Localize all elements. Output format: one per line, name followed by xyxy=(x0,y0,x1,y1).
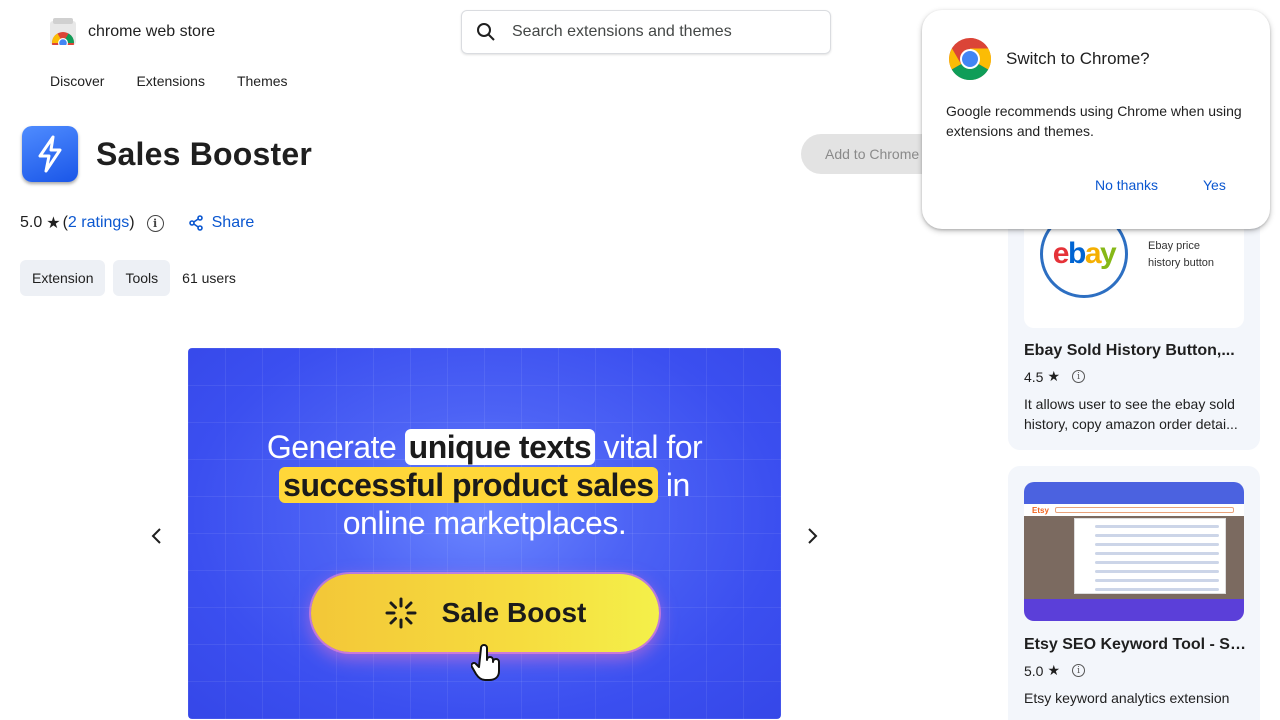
nav-extensions[interactable]: Extensions xyxy=(136,73,204,89)
main-nav: Discover Extensions Themes xyxy=(50,73,288,89)
screenshot-slide[interactable]: Generate unique texts vital for successf… xyxy=(188,348,781,719)
star-icon: ★ xyxy=(1047,368,1061,384)
search-icon xyxy=(477,23,495,41)
dialog-title: Switch to Chrome? xyxy=(1006,49,1150,68)
store-name: chrome web store xyxy=(88,23,216,40)
related-rating: 4.5 ★ i xyxy=(1024,368,1086,385)
related-thumbnail: Etsy xyxy=(1024,482,1244,621)
slide-headline: Generate unique texts vital for successf… xyxy=(188,428,781,542)
ratings-link[interactable]: 2 ratings xyxy=(68,214,129,232)
headline-text: Generate xyxy=(266,429,397,465)
related-rating-value: 4.5 xyxy=(1024,368,1044,385)
hand-cursor-icon xyxy=(470,644,505,687)
info-icon[interactable]: i xyxy=(1072,370,1086,383)
rating-row: 5.0 ★ ( 2 ratings ) i Share xyxy=(20,213,254,233)
chevron-left-icon xyxy=(151,528,161,544)
sale-boost-graphic: Sale Boost xyxy=(311,574,659,652)
carousel-prev-button[interactable] xyxy=(144,524,168,548)
headline-highlight: successful product sales xyxy=(279,467,658,503)
headline-highlight: unique texts xyxy=(404,429,596,465)
search-box[interactable] xyxy=(461,10,831,54)
share-label: Share xyxy=(211,214,255,231)
thumbnail-caption: Ebay price history button xyxy=(1148,240,1215,269)
related-extension-card[interactable]: ebay Ebay price history button Ebay Sold… xyxy=(1008,190,1260,450)
rating-value: 5.0 xyxy=(20,214,43,231)
share-button[interactable]: Share xyxy=(188,214,255,232)
ratings-paren-close: ) xyxy=(129,214,135,231)
thumbnail-popup xyxy=(1074,518,1226,594)
share-icon xyxy=(188,215,203,231)
lightning-bolt-icon xyxy=(22,126,78,182)
tag-extension[interactable]: Extension xyxy=(20,260,106,296)
user-count: 61 users xyxy=(182,270,236,286)
related-description: Etsy keyword analytics extension xyxy=(1024,690,1230,706)
related-title[interactable]: Ebay Sold History Button,... xyxy=(1024,342,1246,360)
chrome-web-store-icon xyxy=(48,17,78,54)
store-logo-link[interactable]: chrome web store xyxy=(48,17,216,54)
star-icon: ★ xyxy=(46,215,61,232)
headline-text: vital for xyxy=(603,429,703,465)
headline-text: online marketplaces. xyxy=(342,505,627,541)
related-rating: 5.0 ★ i xyxy=(1024,662,1086,679)
carousel-next-button[interactable] xyxy=(801,524,825,548)
dialog-body: Google recommends using Chrome when usin… xyxy=(946,103,1242,139)
related-description: It allows user to see the ebay sold hist… xyxy=(1024,396,1238,432)
chrome-logo-icon xyxy=(948,37,992,81)
spinner-icon xyxy=(385,597,417,629)
star-icon: ★ xyxy=(1047,662,1061,678)
related-rating-value: 5.0 xyxy=(1024,662,1044,679)
etsy-logo: Etsy xyxy=(1032,505,1049,515)
nav-themes[interactable]: Themes xyxy=(237,73,288,89)
headline-text: in xyxy=(665,467,690,503)
related-title[interactable]: Etsy SEO Keyword Tool - Sa... xyxy=(1024,636,1246,654)
sale-boost-label: Sale Boost xyxy=(441,597,587,628)
extension-title: Sales Booster xyxy=(96,136,313,172)
nav-discover[interactable]: Discover xyxy=(50,73,104,89)
related-extension-card[interactable]: Etsy Etsy SEO Keyword Tool - Sa... 5.0 ★… xyxy=(1008,466,1260,720)
info-icon[interactable]: i xyxy=(146,214,164,232)
no-thanks-button[interactable]: No thanks xyxy=(1095,177,1158,193)
yes-button[interactable]: Yes xyxy=(1203,177,1226,193)
tag-tools[interactable]: Tools xyxy=(113,260,171,296)
search-input[interactable] xyxy=(512,23,812,41)
tag-row: Extension Tools 61 users xyxy=(20,260,236,296)
info-icon[interactable]: i xyxy=(1072,664,1086,677)
switch-to-chrome-dialog: Switch to Chrome? Google recommends usin… xyxy=(922,10,1270,229)
chevron-right-icon xyxy=(808,528,818,544)
